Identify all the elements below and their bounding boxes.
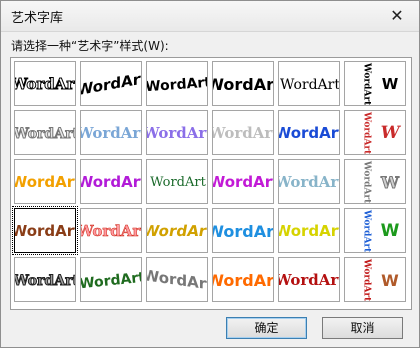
wordart-style-19-selected[interactable]: WordArt xyxy=(12,206,78,255)
wordart-style-1[interactable]: WordArt xyxy=(14,61,76,106)
wordart-style-23[interactable]: WordArt xyxy=(278,208,340,253)
wordart-style-7[interactable]: WordArt xyxy=(14,110,76,155)
wordart-style-14[interactable]: WordArt xyxy=(80,159,142,204)
wordart-style-17[interactable]: WordArt xyxy=(278,159,340,204)
wordart-style-11[interactable]: WordArt xyxy=(278,110,340,155)
wordart-style-28[interactable]: WordArt xyxy=(212,257,274,302)
wordart-style-30[interactable]: WordArt W xyxy=(344,257,406,302)
wordart-style-21[interactable]: WordArt xyxy=(146,208,208,253)
wordart-style-12[interactable]: WordArt W xyxy=(344,110,406,155)
wordart-style-9[interactable]: WordArt xyxy=(146,110,208,155)
style-prompt: 请选择一种“艺术字”样式(W): xyxy=(11,39,169,53)
close-icon[interactable]: ✕ xyxy=(383,5,411,26)
wordart-style-25[interactable]: WordArt xyxy=(14,257,76,302)
wordart-style-4[interactable]: WordArt xyxy=(212,61,274,106)
dialog-title: 艺术字库 xyxy=(11,11,64,26)
wordart-style-22[interactable]: WordArt xyxy=(212,208,274,253)
wordart-style-15[interactable]: WordArt xyxy=(146,159,208,204)
wordart-style-13[interactable]: WordArt xyxy=(14,159,76,204)
wordart-style-29[interactable]: WordArt xyxy=(278,257,340,302)
wordart-style-27[interactable]: WordArt xyxy=(146,257,208,302)
wordart-style-24[interactable]: WordArt W xyxy=(344,208,406,253)
wordart-style-26[interactable]: WordArt xyxy=(80,257,142,302)
wordart-gallery-dialog: 艺术字库 ✕ 请选择一种“艺术字”样式(W): WordArt WordArt … xyxy=(0,0,420,348)
wordart-style-3[interactable]: WordArt xyxy=(146,61,208,106)
wordart-style-20[interactable]: WordArt xyxy=(80,208,142,253)
wordart-style-18[interactable]: WordArt W xyxy=(344,159,406,204)
ok-button[interactable]: 确定 xyxy=(226,317,307,339)
wordart-style-10[interactable]: WordArt xyxy=(212,110,274,155)
cancel-button[interactable]: 取消 xyxy=(322,317,403,339)
wordart-style-6[interactable]: WordArt W xyxy=(344,61,406,106)
wordart-style-2[interactable]: WordArt xyxy=(80,61,142,106)
wordart-style-8[interactable]: WordArt xyxy=(80,110,142,155)
wordart-style-grid: WordArt WordArt WordArt WordArt WordArt … xyxy=(10,57,412,310)
wordart-style-5[interactable]: WordArt xyxy=(278,61,340,106)
wordart-style-16[interactable]: WordArt xyxy=(212,159,274,204)
title-bar: 艺术字库 ✕ xyxy=(1,1,419,32)
